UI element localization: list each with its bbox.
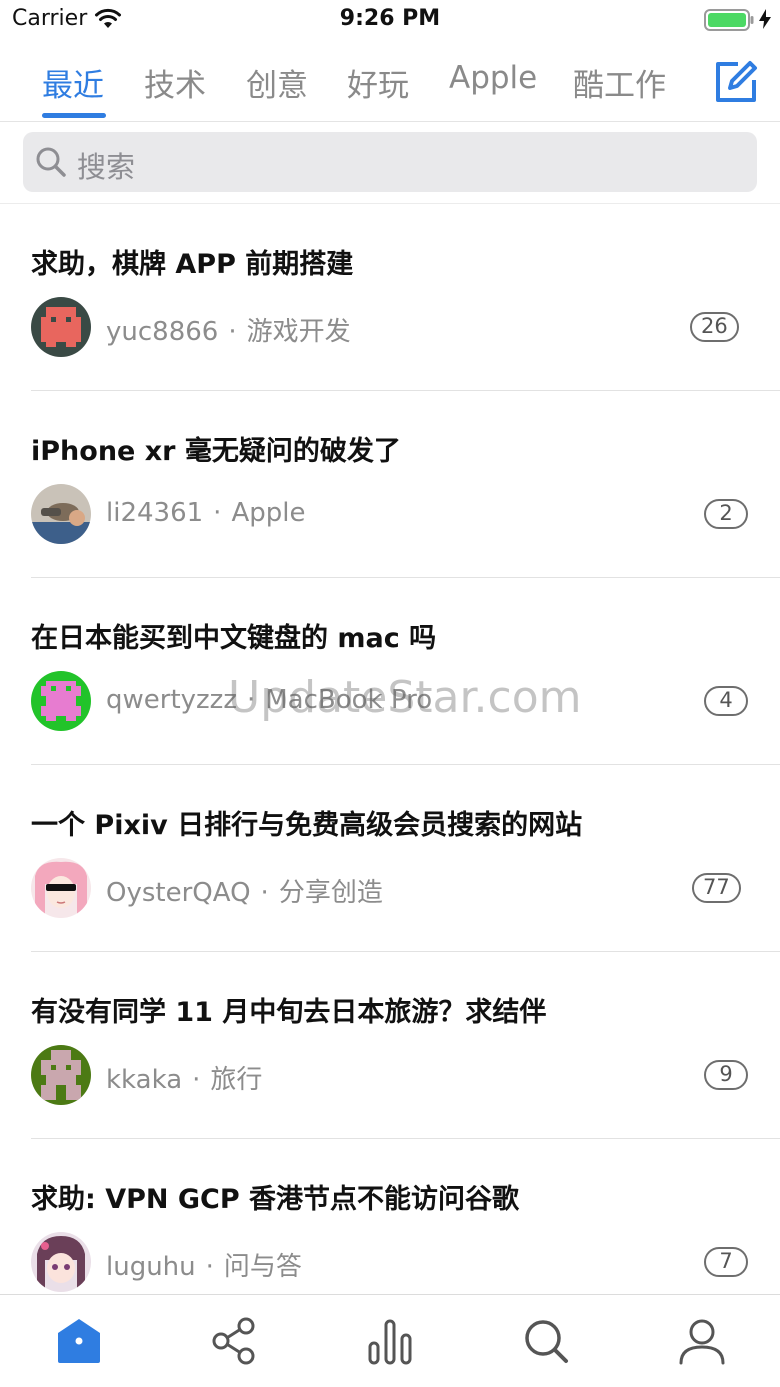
reply-count-badge: 2 <box>704 499 748 529</box>
charging-bolt-icon <box>759 9 771 29</box>
user-avatar[interactable] <box>31 1045 91 1105</box>
topic-meta: luguhu · 问与答 <box>106 1246 302 1283</box>
meta-separator: · <box>205 1252 214 1282</box>
user-avatar[interactable] <box>31 484 91 544</box>
search-icon <box>36 147 66 177</box>
topic-title[interactable]: iPhone xr 毫无疑问的破发了 <box>31 429 401 468</box>
reply-count-badge: 9 <box>704 1060 748 1090</box>
meta-separator: · <box>260 878 269 908</box>
reply-count-badge: 77 <box>692 873 741 903</box>
topic-author[interactable]: kkaka <box>106 1065 182 1095</box>
home-icon[interactable] <box>53 1315 105 1367</box>
search-input[interactable]: 搜索 <box>23 132 757 192</box>
topic-node[interactable]: 旅行 <box>210 1065 262 1095</box>
topic-author[interactable]: qwertyzzz <box>106 685 237 715</box>
topic-list: 求助，棋牌 APP 前期搭建 yuc8866 · 游戏开发 26 iPhone xr… <box>0 204 780 1294</box>
tab-tech[interactable]: 技术 <box>144 60 206 105</box>
reply-count-badge: 7 <box>704 1247 748 1277</box>
topic-item[interactable]: 一个 Pixiv 日排行与免费高级会员搜索的网站 OysterQAQ · 分享创造 … <box>0 765 780 952</box>
topic-title[interactable]: 求助: VPN GCP 香港节点不能访问谷歌 <box>31 1177 519 1216</box>
user-avatar[interactable] <box>31 671 91 731</box>
reply-count-badge: 26 <box>690 312 739 342</box>
search-section: 搜索 <box>0 122 780 204</box>
status-time: 9:26 PM <box>339 6 441 31</box>
meta-separator: · <box>228 317 237 347</box>
topic-node[interactable]: 分享创造 <box>279 878 383 908</box>
topic-node[interactable]: Apple <box>231 498 305 528</box>
bottom-tab-bar <box>0 1294 780 1387</box>
topic-meta: qwertyzzz · MacBook Pro <box>106 685 432 715</box>
battery-icon <box>704 9 754 31</box>
reply-count-badge: 4 <box>704 686 748 716</box>
tab-creative[interactable]: 创意 <box>246 60 308 105</box>
user-avatar[interactable] <box>31 1232 91 1292</box>
compose-icon[interactable] <box>712 58 760 106</box>
search-placeholder: 搜索 <box>77 150 136 184</box>
active-tab-indicator <box>42 113 106 118</box>
profile-icon[interactable] <box>676 1315 728 1367</box>
topic-item[interactable]: 有没有同学 11 月中旬去日本旅游？求结伴 kkaka · 旅行 9 <box>0 952 780 1139</box>
tab-recent[interactable]: 最近 <box>42 60 104 105</box>
topic-node[interactable]: MacBook Pro <box>265 685 432 715</box>
topic-author[interactable]: luguhu <box>106 1252 196 1282</box>
user-avatar[interactable] <box>31 858 91 918</box>
topic-meta: li24361 · Apple <box>106 498 305 528</box>
meta-separator: · <box>246 685 256 715</box>
topic-item[interactable]: 求助: VPN GCP 香港节点不能访问谷歌 luguhu · 问与答 7 <box>0 1139 780 1294</box>
tab-apple[interactable]: Apple <box>449 60 537 96</box>
user-avatar[interactable] <box>31 297 91 357</box>
topic-meta: OysterQAQ · 分享创造 <box>106 872 383 909</box>
topic-node[interactable]: 问与答 <box>224 1252 302 1282</box>
topic-author[interactable]: yuc8866 <box>106 317 218 347</box>
status-bar: Carrier 9:26 PM <box>0 0 780 40</box>
topic-title[interactable]: 一个 Pixiv 日排行与免费高级会员搜索的网站 <box>31 803 582 842</box>
topic-title[interactable]: 求助，棋牌 APP 前期搭建 <box>31 242 353 281</box>
meta-separator: · <box>192 1065 201 1095</box>
topic-title[interactable]: 有没有同学 11 月中旬去日本旅游？求结伴 <box>31 990 546 1029</box>
topic-node[interactable]: 游戏开发 <box>247 317 351 347</box>
category-tab-bar: 最近 技术 创意 好玩 Apple 酷工作 <box>0 40 780 122</box>
tab-jobs[interactable]: 酷工作 <box>573 60 666 105</box>
nodes-icon[interactable] <box>208 1315 260 1367</box>
topic-item[interactable]: 在日本能买到中文键盘的 mac 吗 qwertyzzz · MacBook Pro … <box>0 578 780 765</box>
tab-fun[interactable]: 好玩 <box>347 60 409 105</box>
topic-meta: yuc8866 · 游戏开发 <box>106 311 351 348</box>
search-icon[interactable] <box>520 1315 572 1367</box>
topic-title[interactable]: 在日本能买到中文键盘的 mac 吗 <box>31 616 436 655</box>
topic-meta: kkaka · 旅行 <box>106 1059 262 1096</box>
topic-author[interactable]: li24361 <box>106 498 203 528</box>
topic-item[interactable]: 求助，棋牌 APP 前期搭建 yuc8866 · 游戏开发 26 <box>0 204 780 391</box>
topic-author[interactable]: OysterQAQ <box>106 878 251 908</box>
hot-chart-icon[interactable] <box>364 1315 416 1367</box>
meta-separator: · <box>213 498 222 528</box>
topic-item[interactable]: iPhone xr 毫无疑问的破发了 li24361 · Apple 2 <box>0 391 780 578</box>
